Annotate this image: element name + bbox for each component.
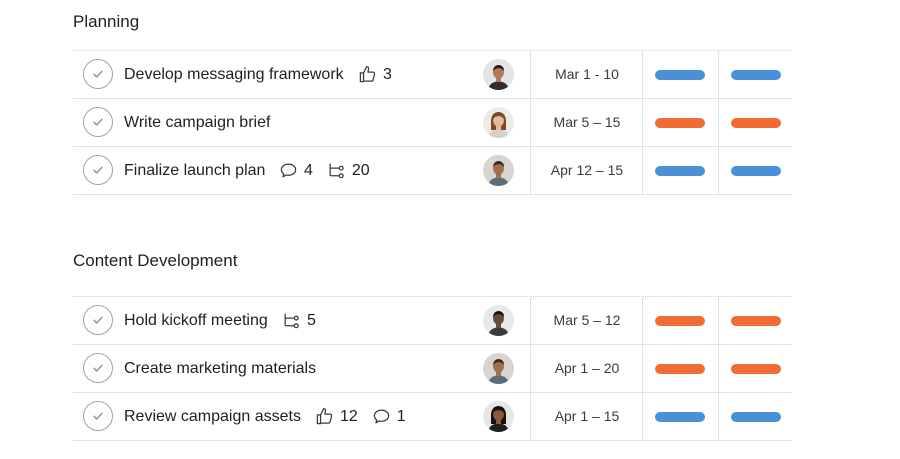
section-planning: Planning Develop messaging framework 3 Ma… <box>73 10 792 195</box>
task-metadata: 12 1 <box>315 393 420 440</box>
priority-pill[interactable] <box>731 364 781 374</box>
meta-count: 3 <box>383 65 392 83</box>
due-date[interactable]: Apr 1 – 15 <box>531 393 643 440</box>
column-divider <box>718 147 719 195</box>
comment-icon <box>372 407 397 426</box>
assignee-avatar[interactable] <box>483 353 514 384</box>
status-pill[interactable] <box>655 364 705 374</box>
task-name[interactable]: Create marketing materials <box>124 345 316 392</box>
thumbs-up-meta[interactable]: 3 <box>358 65 392 84</box>
thumbs-up-icon <box>358 65 383 84</box>
comment-meta[interactable]: 4 <box>279 161 313 180</box>
task-row[interactable]: Develop messaging framework 3 Mar 1 - 10 <box>73 51 792 99</box>
task-row[interactable]: Write campaign brief Mar 5 – 15 <box>73 99 792 147</box>
column-divider <box>718 297 719 345</box>
assignee-avatar[interactable] <box>483 155 514 186</box>
status-pill[interactable] <box>655 412 705 422</box>
meta-count: 4 <box>304 161 313 179</box>
check-icon <box>91 409 105 423</box>
check-icon <box>91 67 105 81</box>
status-pill[interactable] <box>655 70 705 80</box>
priority-pill[interactable] <box>731 166 781 176</box>
assignee-avatar[interactable] <box>483 401 514 432</box>
task-metadata: 5 <box>282 297 330 344</box>
column-divider <box>642 51 643 99</box>
column-divider <box>642 393 643 441</box>
column-divider <box>642 99 643 147</box>
column-divider <box>718 393 719 441</box>
status-pill[interactable] <box>655 118 705 128</box>
due-date[interactable]: Mar 5 – 15 <box>531 99 643 146</box>
priority-pill[interactable] <box>731 412 781 422</box>
status-pill[interactable] <box>655 316 705 326</box>
subtask-meta[interactable]: 5 <box>282 311 316 330</box>
task-list: Hold kickoff meeting 5 Mar 5 – 12 Create m… <box>73 296 792 441</box>
task-list: Develop messaging framework 3 Mar 1 - 10 W… <box>73 50 792 195</box>
meta-count: 5 <box>307 311 316 329</box>
priority-pill[interactable] <box>731 70 781 80</box>
check-icon <box>91 313 105 327</box>
assignee-avatar[interactable] <box>483 59 514 90</box>
column-divider <box>718 51 719 99</box>
check-icon <box>91 115 105 129</box>
section-title: Planning <box>73 12 140 31</box>
complete-task-checkbox[interactable] <box>83 59 113 89</box>
complete-task-checkbox[interactable] <box>83 107 113 137</box>
task-metadata: 4 20 <box>279 147 384 194</box>
column-divider <box>718 99 719 147</box>
priority-pill[interactable] <box>731 316 781 326</box>
due-date[interactable]: Mar 1 - 10 <box>531 51 643 98</box>
complete-task-checkbox[interactable] <box>83 305 113 335</box>
thumbs-up-icon <box>315 407 340 426</box>
due-date[interactable]: Apr 12 – 15 <box>531 147 643 194</box>
column-divider <box>642 147 643 195</box>
task-name[interactable]: Develop messaging framework <box>124 51 344 98</box>
task-row[interactable]: Review campaign assets 12 1 Apr 1 – 15 <box>73 393 792 441</box>
subtask-icon <box>282 311 307 330</box>
meta-count: 12 <box>340 407 358 425</box>
thumbs-up-meta[interactable]: 12 <box>315 407 358 426</box>
assignee-avatar[interactable] <box>483 305 514 336</box>
column-divider <box>718 345 719 393</box>
meta-count: 20 <box>351 161 370 179</box>
section-content-development: Content Development Hold kickoff meeting… <box>73 249 792 441</box>
comment-meta[interactable]: 1 <box>372 407 406 426</box>
status-pill[interactable] <box>655 166 705 176</box>
meta-count: 1 <box>396 407 406 425</box>
section-title: Content Development <box>73 251 238 270</box>
complete-task-checkbox[interactable] <box>83 401 113 431</box>
check-icon <box>91 361 105 375</box>
task-row[interactable]: Create marketing materials Apr 1 – 20 <box>73 345 792 393</box>
task-name[interactable]: Hold kickoff meeting <box>124 297 268 344</box>
task-row[interactable]: Hold kickoff meeting 5 Mar 5 – 12 <box>73 297 792 345</box>
column-divider <box>642 345 643 393</box>
task-metadata: 3 <box>358 51 406 98</box>
task-name[interactable]: Finalize launch plan <box>124 147 265 194</box>
subtask-icon <box>327 161 352 180</box>
assignee-avatar[interactable] <box>483 107 514 138</box>
priority-pill[interactable] <box>731 118 781 128</box>
subtask-meta[interactable]: 20 <box>327 161 370 180</box>
check-icon <box>91 163 105 177</box>
task-row[interactable]: Finalize launch plan 4 20 Apr 12 – 15 <box>73 147 792 195</box>
complete-task-checkbox[interactable] <box>83 155 113 185</box>
task-name[interactable]: Review campaign assets <box>124 393 301 440</box>
task-name[interactable]: Write campaign brief <box>124 99 270 146</box>
due-date[interactable]: Mar 5 – 12 <box>531 297 643 344</box>
complete-task-checkbox[interactable] <box>83 353 113 383</box>
comment-icon <box>279 161 304 180</box>
column-divider <box>642 297 643 345</box>
due-date[interactable]: Apr 1 – 20 <box>531 345 643 392</box>
